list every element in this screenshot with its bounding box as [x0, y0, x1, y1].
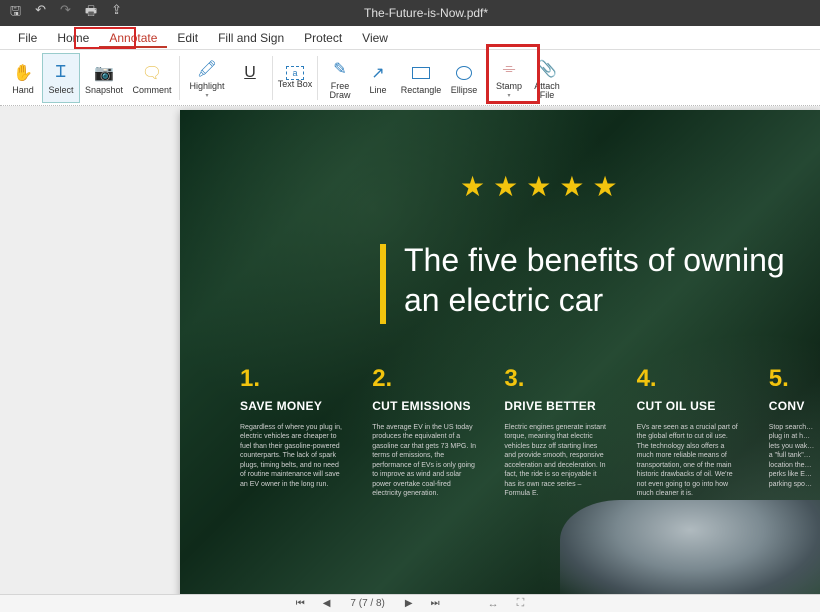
menu-bar: File Home Annotate Edit Fill and Sign Pr… — [0, 26, 820, 50]
menu-protect[interactable]: Protect — [294, 28, 352, 48]
benefits-row: 1. SAVE MONEY Regardless of where you pl… — [240, 365, 820, 499]
tool-stamp[interactable]: ⌯ Stamp ▾ — [490, 53, 528, 103]
star-icon: ★ — [526, 170, 551, 203]
tool-select[interactable]: Ꮖ Select — [42, 53, 80, 103]
pencil-icon: ✎ — [333, 56, 346, 82]
next-page-icon[interactable]: ▶ — [401, 598, 417, 609]
annotate-toolbar: ✋ Hand Ꮖ Select 📷 Snapshot 🗨 Comment 🖍 H… — [0, 50, 820, 106]
tool-rectangle[interactable]: Rectangle — [397, 53, 445, 103]
line-icon: ↗ — [371, 60, 384, 86]
ellipse-icon — [456, 60, 472, 86]
tool-textbox[interactable]: a Text Box — [276, 53, 314, 103]
quick-access-toolbar: 🖫 ↶ ↷ 🖶 ⇪ — [0, 2, 122, 24]
fit-width-icon[interactable]: ↔ — [484, 598, 503, 610]
tool-freedraw[interactable]: ✎ Free Draw — [321, 53, 359, 103]
benefit-5: 5. CONV Stop search… plug in at h… lets … — [769, 365, 820, 499]
menu-home[interactable]: Home — [47, 28, 99, 48]
fit-page-icon[interactable]: ⛶ — [513, 597, 529, 610]
document-title: The-Future-is-Now.pdf* — [122, 6, 730, 20]
status-bar: ⏮ ◀ 7 (7 / 8) ▶ ⏭ ↔ ⛶ — [0, 594, 820, 612]
separator — [179, 56, 180, 100]
title-bar: 🖫 ↶ ↷ 🖶 ⇪ The-Future-is-Now.pdf* — [0, 0, 820, 26]
menu-view[interactable]: View — [352, 28, 398, 48]
prev-page-icon[interactable]: ◀ — [319, 598, 335, 609]
separator — [317, 56, 318, 100]
camera-icon: 📷 — [94, 60, 114, 86]
page-indicator: 7 (7 / 8) — [344, 598, 390, 609]
menu-edit[interactable]: Edit — [167, 28, 208, 48]
redo-icon[interactable]: ↷ — [60, 2, 71, 24]
page-headline: The five benefits of owning an electric … — [380, 240, 800, 320]
textbox-icon: a — [286, 66, 304, 80]
tool-underline[interactable]: U — [231, 53, 269, 103]
tool-snapshot[interactable]: 📷 Snapshot — [80, 53, 128, 103]
separator — [486, 56, 487, 100]
menu-file[interactable]: File — [8, 28, 47, 48]
stamp-icon: ⌯ — [503, 56, 516, 82]
tool-comment[interactable]: 🗨 Comment — [128, 53, 176, 103]
headline-text: The five benefits of owning an electric … — [380, 240, 800, 320]
car-image — [560, 500, 820, 594]
hand-icon: ✋ — [13, 60, 33, 86]
chevron-down-icon: ▾ — [507, 92, 510, 99]
last-page-icon[interactable]: ⏭ — [427, 598, 444, 609]
benefit-2: 2. CUT EMISSIONS The average EV in the U… — [372, 365, 476, 499]
pdf-page: ★ ★ ★ ★ ★ The five benefits of owning an… — [180, 110, 820, 594]
save-icon[interactable]: 🖫 — [10, 2, 21, 24]
menu-fill-and-sign[interactable]: Fill and Sign — [208, 28, 294, 48]
tool-line[interactable]: ↗ Line — [359, 53, 397, 103]
tool-hand[interactable]: ✋ Hand — [4, 53, 42, 103]
tool-attach-file[interactable]: 📎 Attach File — [528, 53, 566, 103]
undo-icon[interactable]: ↶ — [35, 2, 46, 24]
document-viewport[interactable]: ★ ★ ★ ★ ★ The five benefits of owning an… — [0, 106, 820, 594]
star-rating: ★ ★ ★ ★ ★ — [460, 170, 618, 203]
highlight-icon: 🖍 — [197, 56, 217, 82]
star-icon: ★ — [592, 170, 617, 203]
underline-icon: U — [244, 60, 256, 86]
benefit-1: 1. SAVE MONEY Regardless of where you pl… — [240, 365, 344, 499]
share-icon[interactable]: ⇪ — [111, 2, 122, 24]
separator — [272, 56, 273, 100]
accent-bar — [380, 244, 386, 324]
comment-icon: 🗨 — [142, 60, 162, 86]
chevron-down-icon: ▾ — [205, 92, 208, 99]
first-page-icon[interactable]: ⏮ — [292, 598, 309, 609]
rectangle-icon — [412, 60, 430, 86]
select-icon: Ꮖ — [56, 60, 67, 86]
paperclip-icon: 📎 — [537, 56, 557, 82]
benefit-3: 3. DRIVE BETTER Electric engines generat… — [504, 365, 608, 499]
tool-ellipse[interactable]: Ellipse — [445, 53, 483, 103]
star-icon: ★ — [460, 170, 485, 203]
star-icon: ★ — [559, 170, 584, 203]
star-icon: ★ — [493, 170, 518, 203]
tool-highlight[interactable]: 🖍 Highlight ▾ — [183, 53, 231, 103]
print-icon[interactable]: 🖶 — [85, 2, 97, 24]
benefit-4: 4. CUT OIL USE EVs are seen as a crucial… — [637, 365, 741, 499]
menu-annotate[interactable]: Annotate — [99, 28, 167, 48]
